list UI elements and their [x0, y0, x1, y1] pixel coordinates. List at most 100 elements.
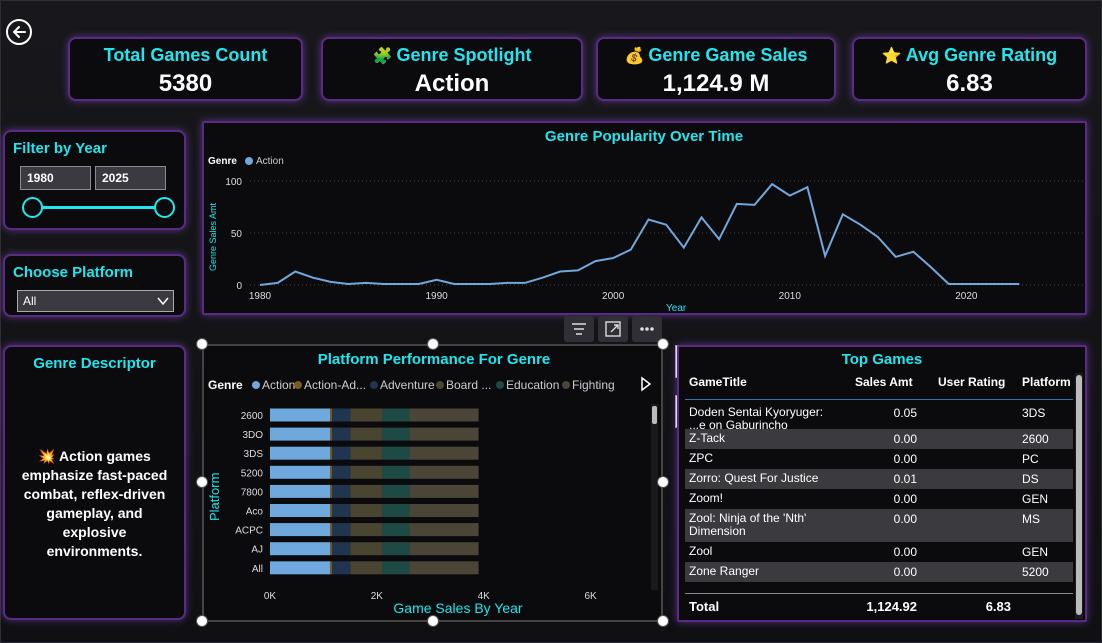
bar-segment[interactable]	[409, 427, 479, 441]
table-row[interactable]: Zool 0.00 GEN	[685, 542, 1073, 562]
year-slider-min-handle[interactable]	[22, 197, 43, 218]
bar-segment[interactable]	[270, 504, 331, 517]
bar-segment[interactable]	[350, 561, 383, 575]
bar-segment[interactable]	[350, 446, 383, 460]
resize-handle[interactable]	[427, 338, 439, 350]
bar-segment[interactable]	[332, 504, 351, 517]
bar-segment[interactable]	[330, 561, 333, 575]
cell-game-title: ZPC	[689, 451, 713, 465]
table-row[interactable]: ZPC 0.00 PC	[685, 449, 1073, 469]
bar-segment[interactable]	[270, 408, 331, 422]
bar-segment[interactable]	[270, 542, 331, 556]
bar-segment[interactable]	[350, 408, 383, 422]
resize-handle[interactable]	[196, 615, 208, 627]
bar-segment[interactable]	[270, 427, 331, 441]
bar-segment[interactable]	[330, 504, 333, 517]
bar-segment[interactable]	[382, 484, 410, 498]
bar-segment[interactable]	[330, 484, 333, 498]
column-header-rating[interactable]: User Rating	[938, 375, 1005, 389]
table-row[interactable]: Zoom! 0.00 GEN	[685, 489, 1073, 509]
cell-platform: 5200	[1022, 565, 1049, 579]
bar-segment[interactable]	[382, 465, 410, 479]
filter-button[interactable]	[564, 316, 594, 342]
table-row[interactable]: Zool: Ninja of the 'Nth' Dimension 0.00 MS	[685, 509, 1073, 542]
bar-segment[interactable]	[332, 465, 351, 479]
scrollbar-thumb[interactable]	[1076, 375, 1082, 615]
bar-segment[interactable]	[270, 446, 331, 460]
resize-handle[interactable]	[657, 338, 669, 350]
focus-mode-button[interactable]	[598, 316, 628, 342]
platform-dropdown[interactable]: All	[17, 290, 174, 312]
bar-segment[interactable]	[409, 561, 479, 575]
bar-segment[interactable]	[332, 446, 351, 460]
bar-segment[interactable]	[330, 523, 333, 537]
resize-handle[interactable]	[657, 615, 669, 627]
bar-segment[interactable]	[270, 561, 331, 575]
bar-segment[interactable]	[270, 523, 331, 537]
resize-handle[interactable]	[427, 615, 439, 627]
legend-item[interactable]: Adventure	[380, 378, 435, 392]
table-row[interactable]: Z-Tack 0.00 2600	[685, 429, 1073, 449]
legend-item[interactable]: Education	[506, 378, 559, 392]
table-row[interactable]: Zorro: Quest For Justice 0.01 DS	[685, 469, 1073, 489]
bar-segment[interactable]	[409, 465, 479, 479]
more-options-button[interactable]	[632, 316, 662, 342]
bar-segment[interactable]	[332, 523, 351, 537]
column-header-platform[interactable]: Platform	[1022, 375, 1071, 389]
bar-segment[interactable]	[270, 465, 331, 479]
bar-segment[interactable]	[330, 446, 333, 460]
bar-segment[interactable]	[270, 484, 331, 498]
kpi-value: 1,124.9 M	[662, 70, 770, 97]
legend-item[interactable]: Board ...	[446, 378, 491, 392]
back-button[interactable]	[6, 19, 32, 45]
bar-segment[interactable]	[409, 484, 479, 498]
bar-segment[interactable]	[332, 427, 351, 441]
column-header-sales[interactable]: Sales Amt	[855, 375, 913, 389]
year-slider-track[interactable]	[33, 206, 165, 209]
legend-next-icon[interactable]	[641, 376, 652, 392]
bar-segment[interactable]	[382, 561, 410, 575]
bar-segment[interactable]	[332, 484, 351, 498]
bar-segment[interactable]	[382, 542, 410, 556]
legend-item[interactable]: Action-Ad...	[304, 378, 366, 392]
bar-segment[interactable]	[350, 523, 383, 537]
bar-segment[interactable]	[350, 504, 383, 517]
bar-segment[interactable]	[332, 542, 351, 556]
bar-segment[interactable]	[382, 408, 410, 422]
y-tick-label: Aco	[246, 507, 264, 518]
table-row[interactable]: Zone Ranger 0.00 5200	[685, 562, 1073, 582]
legend-item-action[interactable]: Action	[256, 156, 284, 167]
column-header-title[interactable]: GameTitle	[689, 375, 747, 389]
year-from-input[interactable]: 1980	[20, 166, 91, 190]
bar-segment[interactable]	[330, 427, 333, 441]
bar-segment[interactable]	[350, 542, 383, 556]
resize-handle[interactable]	[196, 338, 208, 350]
bar-segment[interactable]	[350, 465, 383, 479]
legend-item[interactable]: Action	[262, 378, 295, 392]
bar-segment[interactable]	[382, 504, 410, 517]
bar-segment[interactable]	[382, 446, 410, 460]
bar-segment[interactable]	[330, 465, 333, 479]
series-line-action[interactable]	[259, 182, 1020, 286]
bar-segment[interactable]	[409, 523, 479, 537]
bar-segment[interactable]	[330, 542, 333, 556]
scrollbar-thumb[interactable]	[652, 406, 657, 424]
year-slider-max-handle[interactable]	[154, 197, 175, 218]
bar-segment[interactable]	[330, 408, 333, 422]
bar-segment[interactable]	[409, 408, 479, 422]
scrollbar-track[interactable]	[651, 404, 658, 590]
bar-segment[interactable]	[409, 542, 479, 556]
resize-handle[interactable]	[196, 476, 208, 488]
bar-segment[interactable]	[382, 427, 410, 441]
year-to-input[interactable]: 2025	[95, 166, 166, 190]
bar-segment[interactable]	[332, 561, 351, 575]
arrow-left-icon	[12, 26, 26, 38]
bar-segment[interactable]	[332, 408, 351, 422]
bar-segment[interactable]	[350, 427, 383, 441]
legend-item[interactable]: Fighting	[572, 378, 615, 392]
resize-handle[interactable]	[657, 476, 669, 488]
bar-segment[interactable]	[382, 523, 410, 537]
bar-segment[interactable]	[409, 504, 479, 517]
bar-segment[interactable]	[409, 446, 479, 460]
bar-segment[interactable]	[350, 484, 383, 498]
